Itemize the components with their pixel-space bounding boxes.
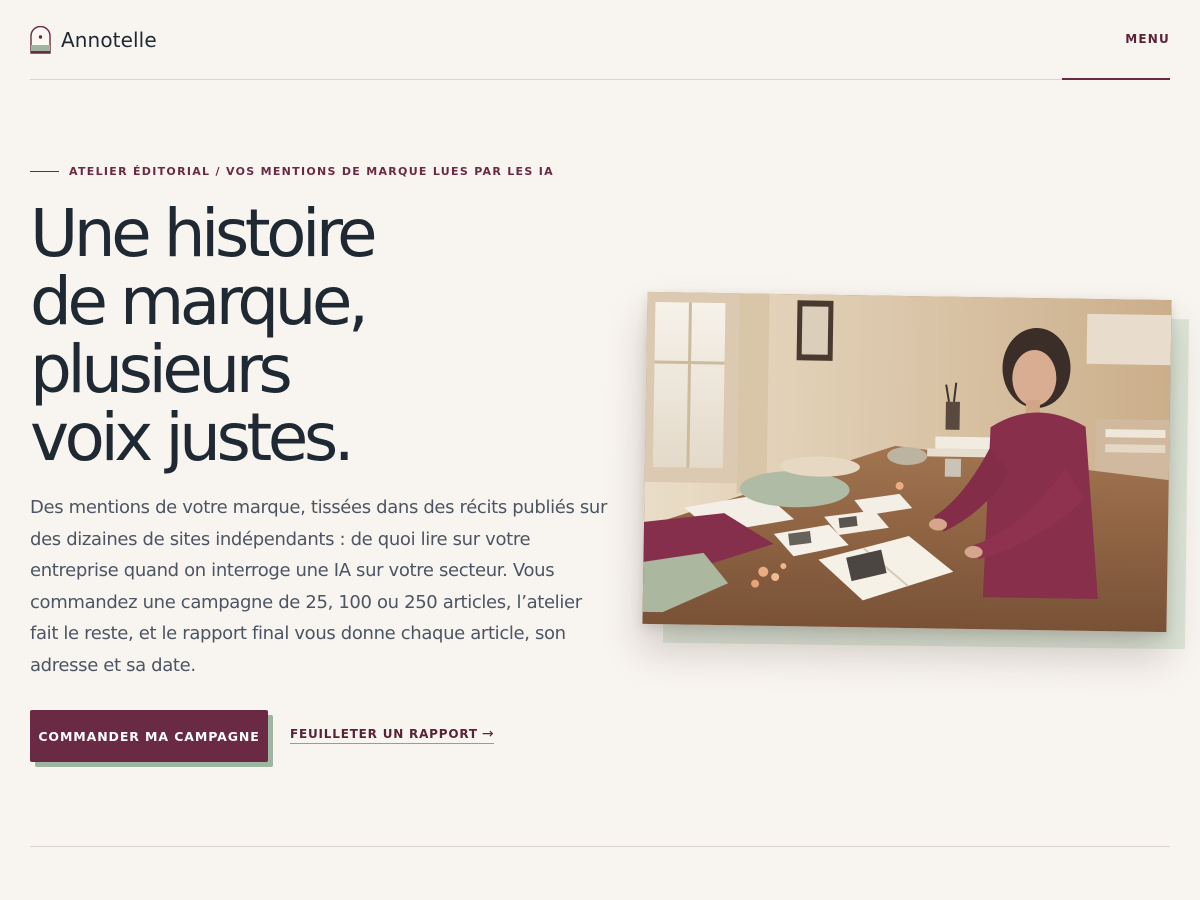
hero-title-line: voix justes.	[30, 399, 355, 476]
arrow-right-icon: →	[481, 726, 495, 742]
atelier-illustration	[642, 291, 1172, 633]
brand-logo-link[interactable]: Annotelle	[30, 26, 157, 54]
browse-report-label: FEUILLETER UN RAPPORT	[290, 727, 478, 741]
menu-button[interactable]: MENU	[1062, 0, 1170, 80]
browse-report-link[interactable]: FEUILLETER UN RAPPORT →	[290, 726, 495, 744]
hero-title-line: plusieurs	[30, 331, 293, 408]
primary-cta-wrapper: COMMANDER MA CAMPAGNE	[30, 710, 273, 767]
hero-title-line: de marque,	[30, 263, 369, 340]
hero-title: Une histoire de marque, plusieurs voix j…	[30, 200, 550, 472]
order-campaign-button[interactable]: COMMANDER MA CAMPAGNE	[30, 710, 268, 762]
brand-name: Annotelle	[61, 28, 157, 52]
menu-label: MENU	[1125, 32, 1170, 46]
hero-lede: Des mentions de votre marque, tissées da…	[30, 497, 608, 676]
menu-active-indicator	[1062, 78, 1170, 80]
arch-window-icon	[30, 26, 51, 54]
hero-title-line: Une histoire	[30, 195, 378, 272]
site-header: Annotelle MENU	[30, 0, 1170, 80]
section-divider	[30, 846, 1170, 847]
hero-photo	[642, 291, 1172, 633]
hero-eyebrow: ATELIER ÉDITORIAL / VOS MENTIONS DE MARQ…	[30, 165, 554, 178]
eyebrow-rule	[30, 171, 59, 172]
eyebrow-text: ATELIER ÉDITORIAL / VOS MENTIONS DE MARQ…	[69, 165, 554, 178]
